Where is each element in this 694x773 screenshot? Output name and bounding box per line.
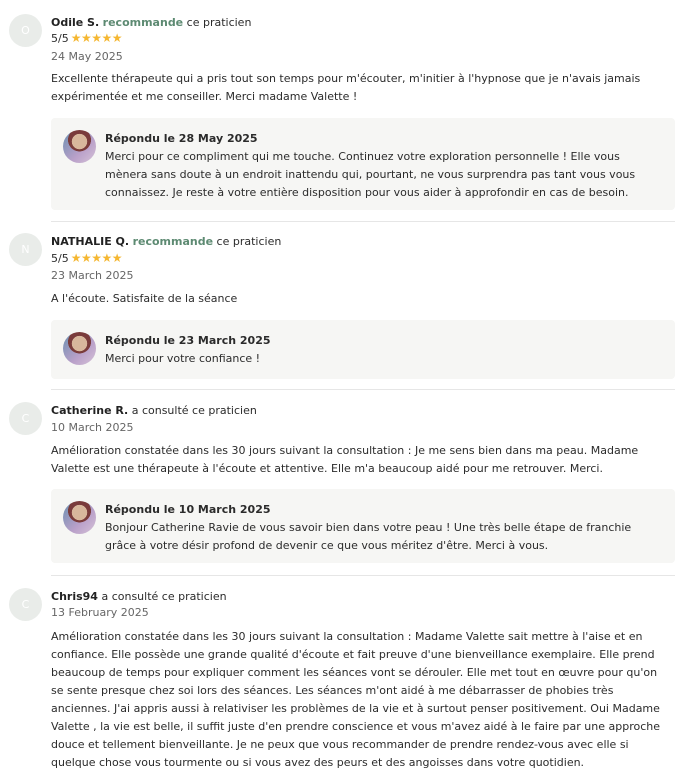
review-header: Catherine R. a consulté ce praticien (51, 403, 257, 418)
author-name: Odile S. (51, 16, 100, 29)
practitioner-avatar (63, 501, 96, 534)
practitioner-reply: Répondu le 10 March 2025 Bonjour Catheri… (51, 489, 675, 563)
rating-value: 5/5 (51, 32, 69, 45)
review-text: Excellente thérapeute qui a pris tout so… (51, 72, 641, 103)
review-text: A l'écoute. Satisfaite de la séance (51, 292, 238, 305)
reply-text: Bonjour Catherine Ravie de vous savoir b… (105, 521, 632, 552)
rating: 5/5 ★★★★★ (51, 31, 123, 46)
star-rating-icon: ★★★★★ (70, 31, 123, 45)
review-text: Amélioration constatée dans les 30 jours… (51, 444, 639, 475)
rating-value: 5/5 (51, 252, 69, 265)
practitioner-avatar (63, 332, 96, 365)
review-header-suffix: ce praticien (183, 16, 252, 29)
author-name: Catherine R. (51, 404, 129, 417)
reply-text: Merci pour ce compliment qui me touche. … (105, 150, 636, 199)
avatar: C (9, 588, 42, 621)
review-header-suffix: a consulté ce praticien (128, 404, 257, 417)
review-header: Odile S. recommande ce praticien (51, 15, 251, 30)
review-date: 23 March 2025 (51, 269, 134, 282)
recommend-label: recommande (132, 235, 214, 248)
avatar: C (9, 402, 42, 435)
review-date: 13 February 2025 (51, 606, 149, 619)
star-rating-icon: ★★★★★ (70, 251, 123, 265)
review-header: NATHALIE Q. recommande ce praticien (51, 234, 281, 249)
avatar: O (9, 14, 42, 47)
author-name: NATHALIE Q. (51, 235, 130, 248)
divider (51, 389, 675, 390)
practitioner-reply: Répondu le 28 May 2025 Merci pour ce com… (51, 118, 675, 210)
review-date: 10 March 2025 (51, 421, 134, 434)
review-text: Amélioration constatée dans les 30 jours… (51, 630, 660, 769)
practitioner-avatar (63, 130, 96, 163)
review-date: 24 May 2025 (51, 50, 123, 63)
review-header-suffix: a consulté ce praticien (97, 590, 227, 603)
divider (51, 221, 675, 222)
recommend-label: recommande (102, 16, 184, 29)
rating: 5/5 ★★★★★ (51, 251, 123, 266)
author-name: Chris94 (51, 590, 98, 603)
avatar: N (9, 233, 42, 266)
reply-title: Répondu le 10 March 2025 (105, 503, 271, 516)
reply-text: Merci pour votre confiance ! (105, 352, 261, 365)
review-header-suffix: ce praticien (213, 235, 282, 248)
divider (51, 575, 675, 576)
practitioner-reply: Répondu le 23 March 2025 Merci pour votr… (51, 320, 675, 379)
review-header: Chris94 a consulté ce praticien (51, 589, 227, 604)
reply-title: Répondu le 28 May 2025 (105, 132, 258, 145)
reply-title: Répondu le 23 March 2025 (105, 334, 271, 347)
